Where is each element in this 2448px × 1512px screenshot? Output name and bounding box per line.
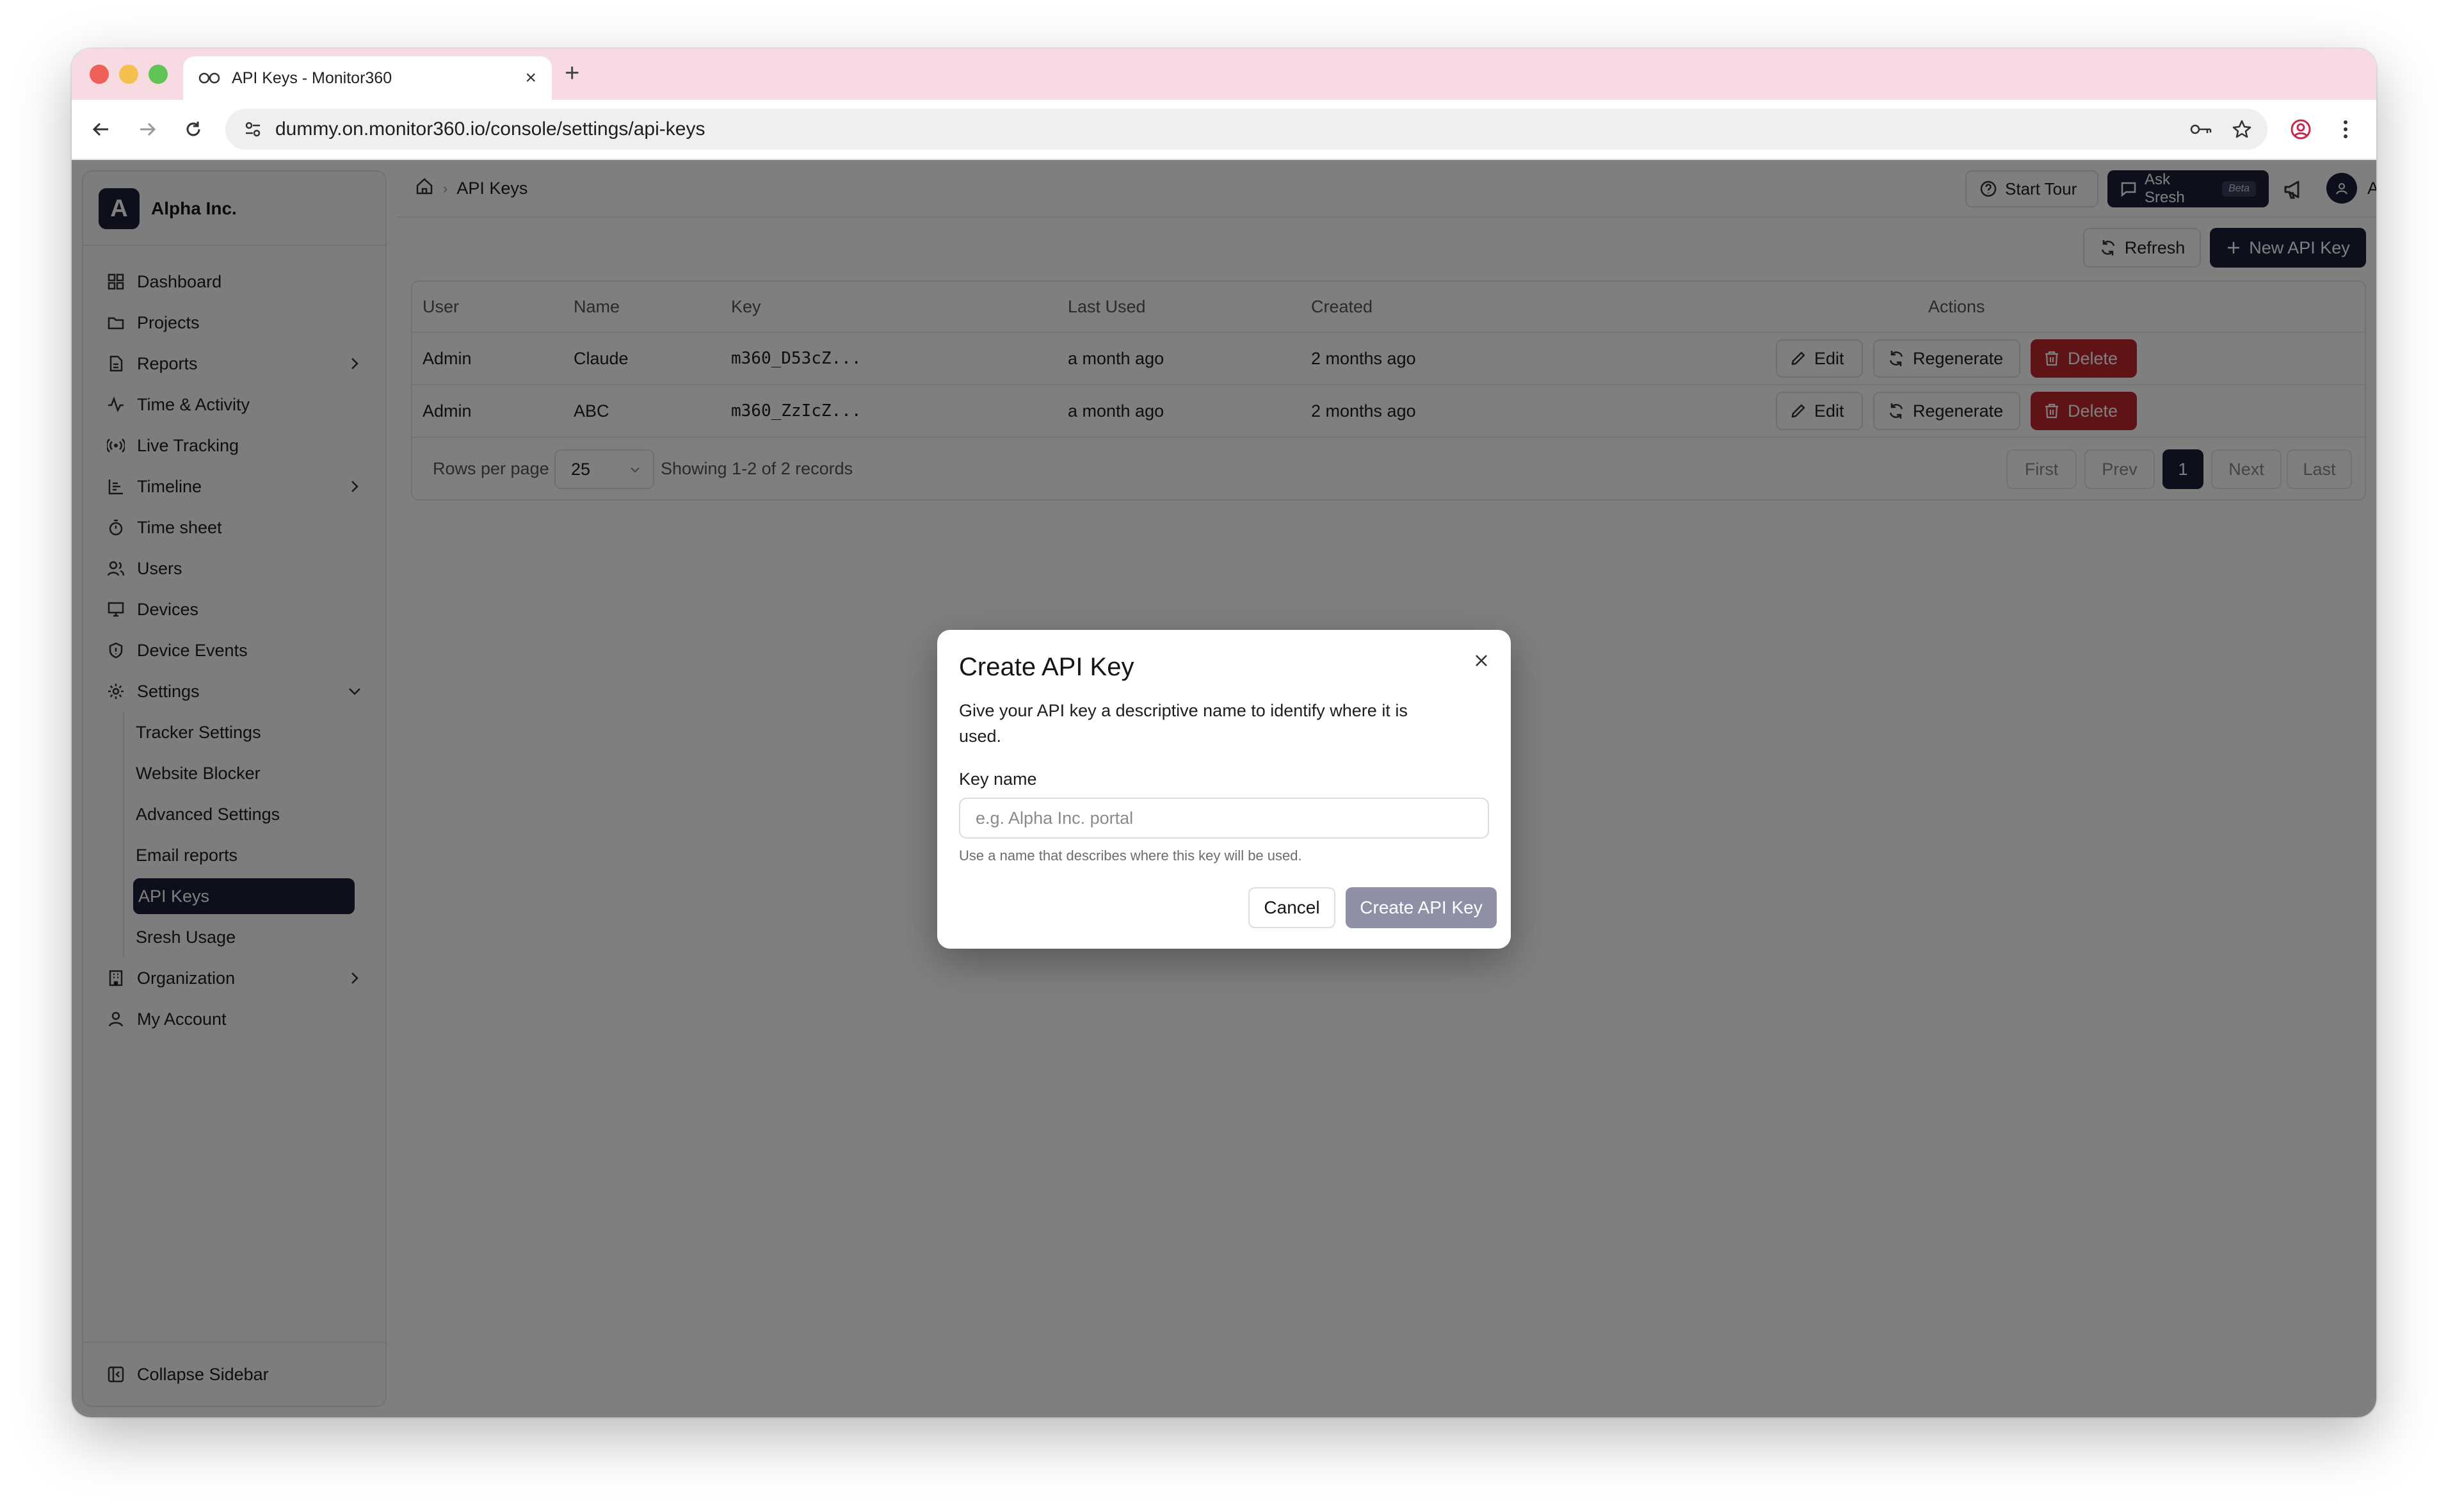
- profile-icon[interactable]: [2287, 115, 2315, 143]
- create-api-key-button[interactable]: Create API Key: [1346, 887, 1497, 928]
- browser-toolbar: dummy.on.monitor360.io/console/settings/…: [72, 100, 2376, 160]
- browser-window: API Keys - Monitor360 × + dummy.on.monit…: [72, 49, 2376, 1417]
- close-icon[interactable]: [1471, 650, 1492, 671]
- cancel-button[interactable]: Cancel: [1248, 887, 1335, 928]
- dialog-title: Create API Key: [959, 653, 1134, 681]
- key-name-hint: Use a name that describes where this key…: [959, 848, 1302, 864]
- key-name-input[interactable]: [959, 798, 1489, 839]
- browser-tab[interactable]: API Keys - Monitor360 ×: [183, 56, 552, 100]
- address-bar[interactable]: dummy.on.monitor360.io/console/settings/…: [225, 109, 2267, 150]
- forward-button[interactable]: [133, 115, 161, 143]
- reload-button[interactable]: [179, 115, 207, 143]
- back-button[interactable]: [87, 115, 115, 143]
- close-window-button[interactable]: [90, 65, 109, 84]
- browser-menu-icon[interactable]: [2331, 115, 2360, 143]
- new-tab-button[interactable]: +: [565, 60, 579, 86]
- tab-close-icon[interactable]: ×: [525, 67, 536, 89]
- maximize-window-button[interactable]: [149, 65, 168, 84]
- dialog-description: Give your API key a descriptive name to …: [959, 701, 1408, 746]
- password-key-icon[interactable]: [2187, 115, 2215, 143]
- url-text: dummy.on.monitor360.io/console/settings/…: [275, 118, 705, 140]
- minimize-window-button[interactable]: [119, 65, 138, 84]
- monitor360-favicon-icon: [198, 71, 220, 85]
- tab-title: API Keys - Monitor360: [232, 68, 392, 87]
- create-api-key-dialog: Create API Key Give your API key a descr…: [937, 630, 1511, 949]
- key-name-label: Key name: [959, 769, 1037, 789]
- browser-titlebar: API Keys - Monitor360 × +: [72, 49, 2376, 100]
- bookmark-star-icon[interactable]: [2228, 115, 2256, 143]
- site-settings-icon[interactable]: [239, 116, 266, 143]
